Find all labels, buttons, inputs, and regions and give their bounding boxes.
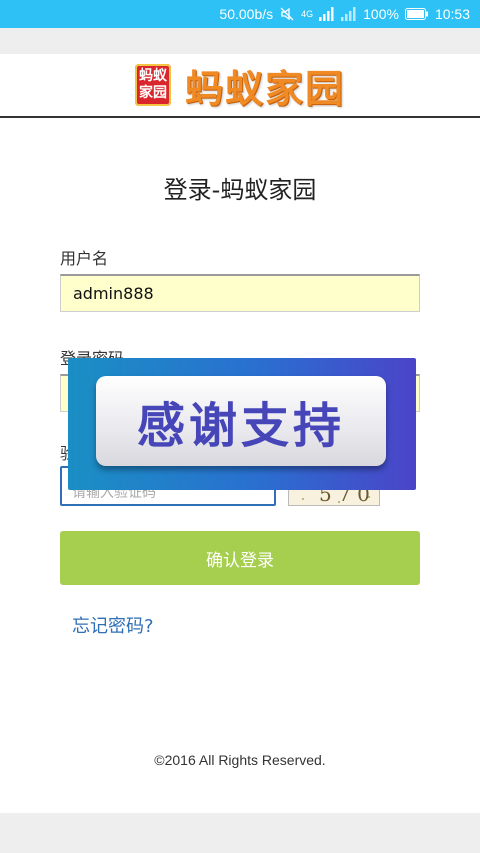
app-logo-icon: 蚂蚁 家园 bbox=[134, 64, 171, 106]
page-title: 登录-蚂蚁家园 bbox=[163, 176, 317, 204]
logo-mark-top: 蚂蚁 bbox=[138, 68, 167, 84]
promo-overlay-card: 感谢支持 bbox=[96, 376, 386, 466]
mute-icon bbox=[279, 6, 295, 22]
footer-copyright: ©2016 All Rights Reserved. bbox=[154, 752, 326, 768]
login-button[interactable]: 确认登录 bbox=[60, 531, 420, 585]
signal-icon bbox=[319, 7, 335, 21]
network-type-label: 4G bbox=[301, 9, 314, 19]
battery-icon bbox=[404, 8, 429, 20]
logo-mark-bottom: 家园 bbox=[138, 85, 167, 101]
signal-2-icon bbox=[341, 7, 357, 21]
status-bar: 50.00b/s 4G 100% 10:53 bbox=[0, 0, 480, 28]
username-value: admin888 bbox=[73, 284, 154, 303]
screen: 50.00b/s 4G 100% 10:53 蚂蚁 家园 蚂蚁家园 登录-蚂蚁家… bbox=[0, 0, 480, 853]
promo-overlay-text: 感谢支持 bbox=[136, 398, 345, 454]
bottom-bar bbox=[0, 813, 480, 853]
promo-overlay: 感谢支持 bbox=[68, 358, 416, 490]
battery-percent: 100% bbox=[363, 6, 399, 22]
network-speed: 50.00b/s bbox=[219, 6, 274, 22]
top-spacer bbox=[0, 28, 480, 54]
username-input[interactable]: admin888 bbox=[60, 274, 420, 312]
forgot-password-link[interactable]: 忘记密码? bbox=[72, 612, 154, 638]
username-label: 用户名 bbox=[60, 249, 109, 268]
app-logo-text: 蚂蚁家园 bbox=[184, 66, 345, 111]
app-header: 蚂蚁 家园 蚂蚁家园 bbox=[0, 54, 480, 118]
clock: 10:53 bbox=[434, 6, 470, 22]
